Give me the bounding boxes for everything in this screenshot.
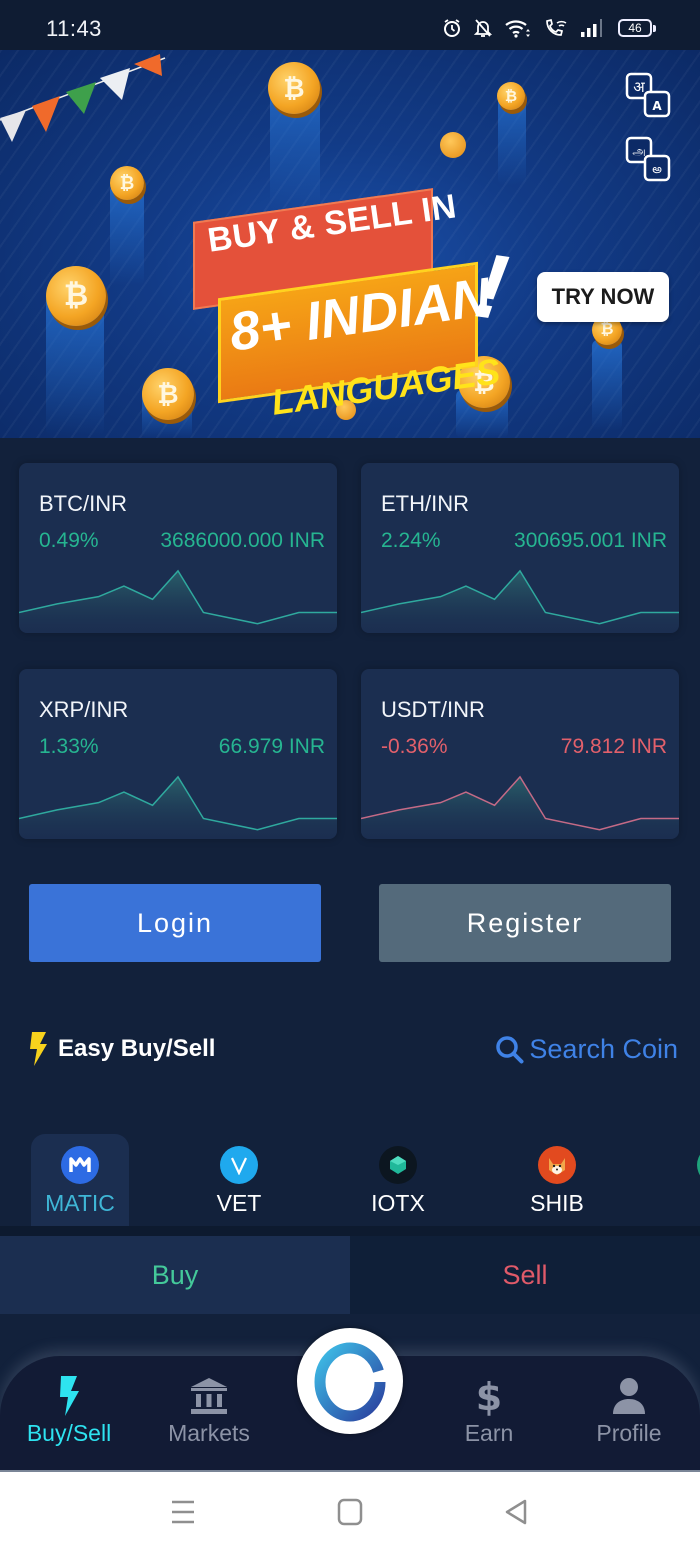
ticker-card-xrp[interactable]: XRP/INR 1.33% 66.979 INR: [19, 669, 337, 839]
alarm-icon: [444, 19, 460, 37]
dollar-icon: $: [476, 1376, 502, 1416]
coin-tab-label: SHIB: [530, 1190, 584, 1216]
user-icon: [613, 1378, 645, 1414]
ticker-pair: XRP/INR: [39, 697, 129, 722]
wifi-calling-icon: [546, 18, 567, 36]
svg-text:अ: अ: [633, 78, 645, 96]
lightning-icon: [60, 1376, 79, 1416]
search-coin-button[interactable]: Search Coin: [495, 1034, 678, 1065]
status-time: 11:43: [46, 16, 102, 41]
coin-tab-label: IOTX: [371, 1190, 425, 1216]
bitcoin-coin-icon: ₿: [46, 266, 106, 326]
nav-item-earn[interactable]: $ Earn: [429, 1376, 549, 1447]
battery-icon: 46: [618, 19, 656, 37]
nav-label: Markets: [168, 1420, 250, 1446]
ticker-price: 79.812 INR: [560, 735, 667, 758]
coin-tab-shib[interactable]: SHIB: [508, 1134, 606, 1226]
svg-text:அ: அ: [632, 144, 645, 158]
promo-banner[interactable]: ₿ ₿ ₿ ₿ ₿ ₿ ₿ BUY & SELL IN 8+ INDIAN ! …: [0, 50, 700, 438]
bitcoin-coin-icon: ₿: [268, 62, 320, 114]
coin-tab-label: MATIC: [45, 1190, 115, 1216]
vet-logo-icon: [220, 1146, 258, 1184]
svg-text:A: A: [652, 99, 662, 113]
ticker-sparkline: [361, 775, 679, 839]
ticker-change: 2.24%: [381, 529, 441, 552]
bank-icon: [191, 1378, 227, 1414]
nav-label: Earn: [464, 1420, 514, 1446]
status-icons: 46: [442, 18, 656, 38]
search-icon: [496, 1035, 524, 1063]
app-screen: 11:43 46 ₿ ₿ ₿ ₿ ₿ ₿ ₿ BUY & SELL IN 8+ …: [0, 0, 700, 1555]
nav-item-buy-sell[interactable]: Buy/Sell: [9, 1376, 129, 1447]
ticker-sparkline: [19, 569, 337, 633]
hindi-english-translate-icon: अ A: [625, 72, 671, 118]
ticker-change: 0.49%: [39, 529, 99, 552]
ticker-card-btc[interactable]: BTC/INR 0.49% 3686000.000 INR: [19, 463, 337, 633]
ticker-price: 66.979 INR: [218, 735, 325, 758]
iotx-logo-icon: [379, 1146, 417, 1184]
system-navigation-bar: [0, 1470, 700, 1555]
notifications-off-icon: [474, 19, 492, 37]
bitcoin-coin-icon: ₿: [110, 166, 144, 200]
ticker-price: 300695.001 INR: [514, 529, 667, 552]
sell-tab[interactable]: Sell: [350, 1236, 700, 1314]
ticker-pair: USDT/INR: [381, 697, 485, 722]
bitcoin-coin-icon: ₿: [142, 368, 194, 420]
easy-buy-sell-title: Easy Buy/Sell: [58, 1035, 216, 1062]
ticker-price: 3686000.000 INR: [160, 529, 325, 552]
nav-item-profile[interactable]: Profile: [569, 1376, 689, 1447]
lightning-icon: [30, 1032, 47, 1066]
coin-tab-u[interactable]: U: [667, 1134, 700, 1226]
coin-tab-iotx[interactable]: IOTX: [349, 1134, 447, 1226]
matic-logo-icon: [61, 1146, 99, 1184]
brand-logo-icon: [314, 1342, 386, 1422]
ticker-card-eth[interactable]: ETH/INR 2.24% 300695.001 INR: [361, 463, 679, 633]
status-bar: 11:43 46: [0, 0, 700, 50]
cellular-signal-icon: [581, 19, 602, 37]
svg-text:అ: అ: [652, 162, 662, 176]
ticker-sparkline: [361, 569, 679, 633]
battery-level: 46: [618, 19, 652, 37]
nav-label: Profile: [596, 1420, 662, 1446]
bitcoin-coin-icon: ₿: [497, 82, 525, 110]
register-button[interactable]: Register: [379, 884, 671, 962]
easy-buy-sell-header: Easy Buy/Sell: [28, 1032, 215, 1066]
coin-tab-label: VET: [216, 1190, 262, 1216]
back-icon[interactable]: [503, 1498, 529, 1526]
nav-item-markets[interactable]: Markets: [149, 1376, 269, 1447]
ticker-change: -0.36%: [381, 735, 448, 758]
brand-logo-button[interactable]: [297, 1328, 403, 1434]
tamil-telugu-translate-icon: அ అ: [625, 136, 671, 182]
ticker-pair: ETH/INR: [381, 491, 469, 516]
svg-text:$: $: [476, 1376, 502, 1416]
buy-tab[interactable]: Buy: [0, 1236, 350, 1314]
ticker-change: 1.33%: [39, 735, 99, 758]
search-coin-label: Search Coin: [529, 1034, 678, 1064]
coin-tab-matic[interactable]: MATIC: [31, 1134, 129, 1226]
coin-tab-vet[interactable]: VET: [190, 1134, 288, 1226]
recents-menu-icon[interactable]: [170, 1498, 196, 1526]
nav-label: Buy/Sell: [26, 1420, 112, 1446]
login-button[interactable]: Login: [29, 884, 321, 962]
ticker-card-usdt[interactable]: USDT/INR -0.36% 79.812 INR: [361, 669, 679, 839]
coin-tabs: MATIC VET IOTX SHIB U: [0, 1134, 700, 1226]
wifi-icon: [505, 20, 530, 38]
try-now-button[interactable]: TRY NOW: [537, 272, 669, 322]
ticker-sparkline: [19, 775, 337, 839]
bunting-decoration: [0, 54, 166, 142]
ticker-pair: BTC/INR: [39, 491, 127, 516]
home-icon[interactable]: [337, 1498, 363, 1526]
shib-logo-icon: [538, 1146, 576, 1184]
